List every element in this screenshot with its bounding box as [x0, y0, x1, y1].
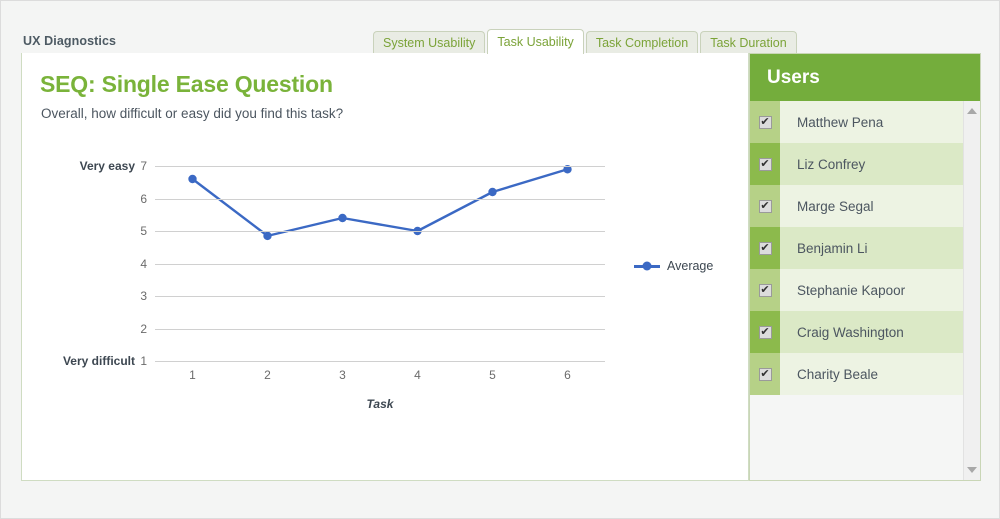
chart-gridline — [155, 328, 605, 330]
y-axis-endpoint-label-max: Very easy — [79, 159, 135, 173]
checkbox-checked-icon[interactable]: ✔ — [758, 115, 772, 129]
user-checkbox-cell[interactable]: ✔ — [750, 143, 780, 185]
user-checkbox-cell[interactable]: ✔ — [750, 311, 780, 353]
chart-gridline — [155, 231, 605, 232]
chart-gridline — [155, 166, 605, 167]
tab-label: Task Completion — [595, 36, 689, 50]
user-name-label: Marge Segal — [797, 198, 874, 214]
user-list-item[interactable]: ✔ Benjamin Li — [750, 227, 964, 269]
tab-label: Task Usability — [497, 35, 574, 49]
users-scrollbar[interactable] — [963, 101, 980, 480]
x-axis-tick-label: 3 — [339, 368, 346, 382]
chart-gridline — [155, 361, 605, 362]
user-name-label: Benjamin Li — [797, 240, 868, 256]
user-list-item[interactable]: ✔ Marge Segal — [750, 185, 964, 227]
y-axis-tick-label: 6 — [140, 191, 147, 206]
user-name-label: Craig Washington — [797, 324, 904, 340]
chart-data-point[interactable] — [263, 231, 272, 241]
chart-subtitle: Overall, how difficult or easy did you f… — [41, 106, 344, 121]
x-axis-tick-label: 4 — [414, 368, 421, 382]
y-axis-tick-label: 3 — [140, 289, 147, 303]
tab-task-completion[interactable]: Task Completion — [585, 31, 699, 54]
legend-line-marker-icon — [634, 264, 660, 268]
legend-label-average: Average — [667, 259, 714, 273]
chart-line-average — [191, 168, 568, 238]
user-checkbox-cell[interactable]: ✔ — [750, 101, 780, 143]
user-list-item[interactable]: ✔ Matthew Pena — [750, 101, 964, 143]
chart-data-point[interactable] — [488, 187, 497, 197]
x-axis-tick-label: 1 — [189, 368, 196, 382]
users-panel: Users ✔ Matthew Pena ✔ Liz Confrey ✔ Marge Se… — [749, 53, 981, 481]
triangle-up-icon[interactable] — [967, 108, 977, 114]
x-axis-tick-label: 5 — [489, 368, 496, 382]
user-list-item[interactable]: ✔ Stephanie Kapoor — [750, 269, 964, 311]
chart-gridline — [155, 263, 605, 265]
x-axis-tick-label: 2 — [264, 368, 271, 382]
users-list: ✔ Matthew Pena ✔ Liz Confrey ✔ Marge Segal ✔ Be… — [750, 101, 964, 480]
user-checkbox-cell[interactable]: ✔ — [750, 227, 780, 269]
user-name-label: Matthew Pena — [797, 114, 884, 130]
tab-task-duration[interactable]: Task Duration — [700, 31, 797, 54]
app-title: UX Diagnostics — [23, 34, 117, 48]
chart-legend: Average — [634, 259, 713, 273]
checkbox-checked-icon[interactable]: ✔ — [758, 157, 772, 171]
tab-bar: System Usability Task Usability Task Compl… — [373, 29, 799, 54]
y-axis-tick-label: 4 — [140, 256, 147, 271]
user-list-item[interactable]: ✔ Charity Beale — [750, 353, 964, 395]
triangle-down-icon[interactable] — [967, 467, 977, 473]
user-name-label: Stephanie Kapoor — [797, 282, 906, 298]
checkbox-checked-icon[interactable]: ✔ — [758, 283, 772, 297]
y-axis-tick-label: 1 — [140, 354, 147, 368]
users-panel-title: Users — [767, 66, 820, 88]
tab-task-usability[interactable]: Task Usability — [487, 29, 584, 54]
page-title: SEQ: Single Ease Question — [40, 71, 333, 97]
tab-label: Task Duration — [710, 36, 787, 50]
chart-gridline — [155, 296, 605, 297]
chart-data-point[interactable] — [338, 213, 347, 223]
chart-card: SEQ: Single Ease Question Overall, how d… — [21, 53, 749, 481]
user-name-label: Charity Beale — [797, 366, 879, 382]
users-panel-header: Users — [750, 54, 980, 101]
chart-data-point[interactable] — [188, 174, 197, 184]
x-axis-title: Task — [366, 397, 394, 411]
y-axis-endpoint-label-min: Very difficult — [62, 354, 135, 368]
x-axis-tick-label: 6 — [564, 368, 571, 382]
user-checkbox-cell[interactable]: ✔ — [750, 185, 780, 227]
tab-system-usability[interactable]: System Usability — [373, 31, 486, 54]
user-checkbox-cell[interactable]: ✔ — [750, 269, 780, 311]
y-axis-tick-label: 2 — [140, 321, 147, 336]
y-axis-tick-label: 7 — [140, 159, 147, 173]
app-root: UX Diagnostics System Usability Task Usab… — [0, 0, 1000, 519]
y-axis-tick-label: 5 — [140, 224, 147, 238]
checkbox-checked-icon[interactable]: ✔ — [758, 367, 772, 381]
checkbox-checked-icon[interactable]: ✔ — [758, 325, 772, 339]
checkbox-checked-icon[interactable]: ✔ — [758, 199, 772, 213]
user-list-item[interactable]: ✔ Craig Washington — [750, 311, 964, 353]
top-bar: UX Diagnostics System Usability Task Usab… — [1, 1, 999, 54]
user-list-item[interactable]: ✔ Liz Confrey — [750, 143, 964, 185]
seq-line-chart: 1 2 3 4 5 6 7 Very easy Very difficult 1 2 3 4 5 6 Task — [63, 159, 605, 411]
user-name-label: Liz Confrey — [797, 156, 866, 172]
tab-label: System Usability — [383, 36, 476, 50]
chart-gridline — [155, 198, 605, 200]
user-checkbox-cell[interactable]: ✔ — [750, 353, 780, 395]
checkbox-checked-icon[interactable]: ✔ — [758, 241, 772, 255]
